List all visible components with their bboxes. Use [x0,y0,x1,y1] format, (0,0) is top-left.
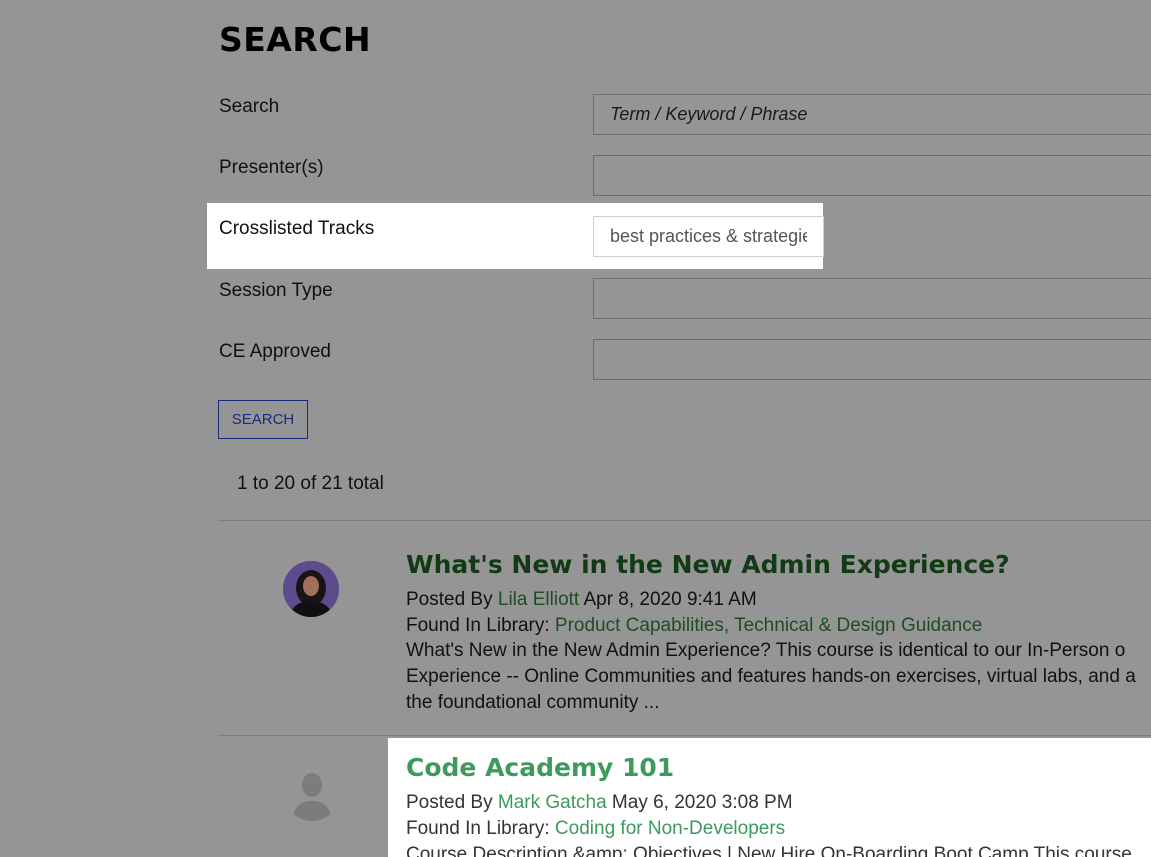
ce-approved-input[interactable] [593,339,1151,380]
result-title[interactable]: What's New in the New Admin Experience? [406,550,1010,579]
library-label: Found In Library: [406,818,555,839]
search-button[interactable]: SEARCH [218,400,308,439]
result-count: 1 to 20 of 21 total [237,473,384,494]
ce-approved-label: CE Approved [219,341,331,362]
library-label: Found In Library: [406,615,555,636]
search-label: Search [219,96,280,117]
divider [218,520,1151,521]
author-link[interactable]: Lila Elliott [498,589,579,610]
result-library: Found In Library: Product Capabilities, … [406,615,982,637]
library-link[interactable]: Product Capabilities, Technical & Design… [555,615,982,636]
result-snippet: Course Description &amp; Objectives | Ne… [406,844,1132,857]
presenters-input[interactable] [593,155,1151,196]
result-snippet: What's New in the New Admin Experience? … [406,640,1136,713]
author-link[interactable]: Mark Gatcha [498,792,607,813]
search-input[interactable] [593,94,1151,135]
result-library: Found In Library: Coding for Non-Develop… [406,818,785,840]
session-type-input[interactable] [593,278,1151,319]
session-type-label: Session Type [219,280,333,301]
result-posted-by: Posted By Mark Gatcha May 6, 2020 3:08 P… [406,792,793,814]
post-date: Apr 8, 2020 9:41 AM [579,589,757,610]
library-link[interactable]: Coding for Non-Developers [555,818,785,839]
avatar [283,561,339,617]
crosslisted-tracks-label: Crosslisted Tracks [219,218,375,239]
default-user-icon [284,765,340,821]
person-photo-icon [283,561,339,617]
result-title[interactable]: Code Academy 101 [406,753,674,782]
crosslisted-tracks-input[interactable] [593,216,824,257]
presenters-label: Presenter(s) [219,157,324,178]
avatar [284,765,340,821]
divider [218,735,1151,736]
posted-by-label: Posted By [406,589,498,610]
page-title: SEARCH [219,20,372,59]
post-date: May 6, 2020 3:08 PM [606,792,793,813]
result-posted-by: Posted By Lila Elliott Apr 8, 2020 9:41 … [406,589,757,611]
posted-by-label: Posted By [406,792,498,813]
